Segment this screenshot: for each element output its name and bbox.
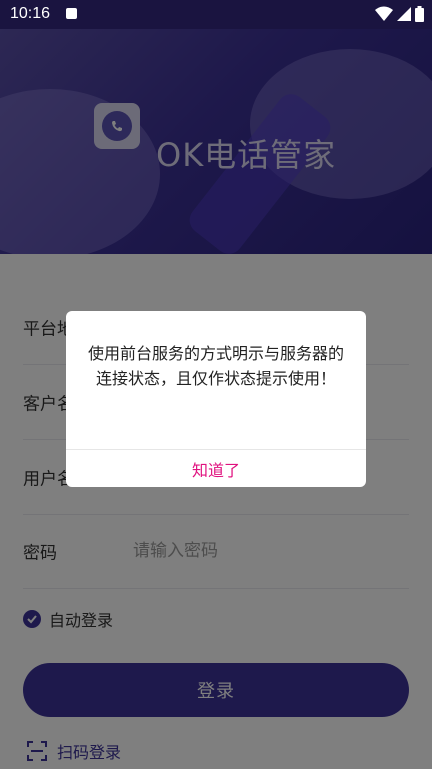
status-time: 10:16 [10, 5, 51, 22]
notification-a-icon [66, 8, 77, 19]
wifi-icon [375, 6, 393, 21]
login-screen: 10:16 OK电话管家 [0, 0, 432, 769]
signal-icon [397, 7, 411, 21]
status-bar: 10:16 [0, 0, 432, 29]
status-icons [375, 6, 424, 22]
battery-icon [415, 6, 424, 22]
dialog-message: 使用前台服务的方式明示与服务器的连接状态，且仅作状态提示使用！ [87, 344, 344, 388]
dialog-confirm-button[interactable]: 知道了 [66, 450, 366, 487]
notice-dialog: 使用前台服务的方式明示与服务器的连接状态，且仅作状态提示使用！ 知道了 [66, 311, 366, 487]
